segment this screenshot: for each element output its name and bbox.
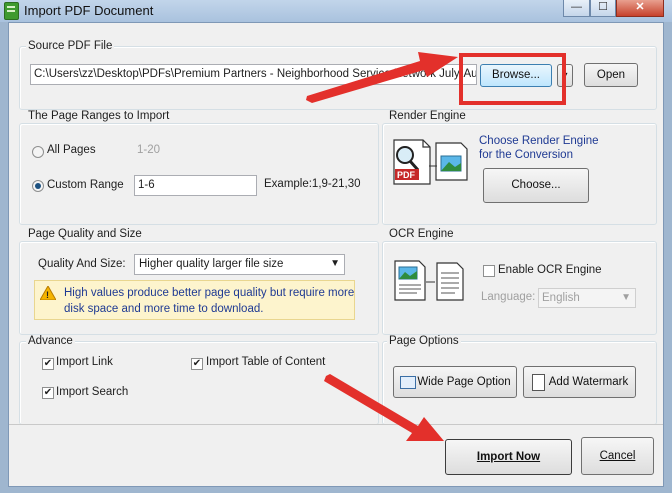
arrow-to-import-icon	[324, 374, 444, 441]
arrow-to-browse-icon	[306, 52, 458, 103]
annotation-arrows	[306, 52, 458, 441]
